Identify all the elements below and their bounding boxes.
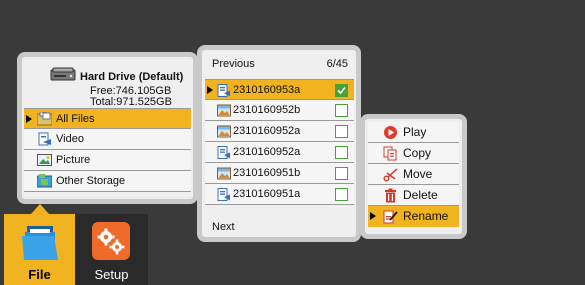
selection-marker-icon (207, 86, 213, 94)
menu-item-copy[interactable]: Copy (368, 143, 459, 164)
menu-item-label: Move (403, 167, 433, 181)
previous-page-button[interactable]: Previous (212, 58, 255, 70)
file-row[interactable]: 2310160951b (205, 163, 354, 184)
drive-info: Hard Drive (Default) Free:746.105GB Tota… (22, 63, 193, 109)
file-checkbox[interactable] (335, 167, 348, 180)
selection-marker-icon (370, 212, 376, 220)
tab-file-label: File (28, 267, 51, 282)
menu-item-move[interactable]: Move (368, 164, 459, 185)
menu-item-label: Rename (403, 209, 449, 223)
file-list-header: Previous 6/45 (212, 58, 352, 74)
video-file-icon (217, 188, 230, 201)
picture-icon (37, 154, 52, 166)
storage-item-other-storage[interactable]: Other Storage (24, 171, 191, 192)
file-action-menu: Play Copy Move Delete Rename (360, 114, 467, 239)
file-row[interactable]: 2310160951a (205, 184, 354, 205)
image-file-icon (217, 104, 231, 117)
menu-item-delete[interactable]: Delete (368, 185, 459, 206)
other-storage-icon (37, 174, 52, 188)
menu-list: Play Copy Move Delete Rename (368, 122, 459, 227)
file-checkbox[interactable] (335, 84, 348, 97)
trash-icon (385, 188, 396, 203)
file-name: 2310160951b (233, 167, 301, 179)
storage-item-label: Picture (56, 154, 91, 166)
tab-file[interactable]: File (4, 214, 75, 285)
active-tab-pointer (31, 204, 49, 214)
menu-item-rename[interactable]: Rename (368, 206, 459, 227)
storage-item-label: Video (56, 133, 84, 145)
menu-item-play[interactable]: Play (368, 122, 459, 143)
hard-drive-icon (50, 67, 76, 81)
copy-icon (383, 146, 397, 161)
settings-gears-icon (92, 222, 130, 260)
file-checkbox[interactable] (335, 104, 348, 117)
file-row[interactable]: 2310160952b (205, 100, 354, 121)
storage-item-label: Other Storage (56, 175, 126, 187)
drive-name: Hard Drive (Default) (80, 71, 184, 83)
page-counter: 6/45 (326, 58, 348, 70)
image-file-icon (217, 125, 231, 138)
play-icon (384, 126, 397, 139)
file-checkbox[interactable] (335, 125, 348, 138)
file-row[interactable]: 2310160953a (205, 79, 354, 100)
file-name: 2310160952b (233, 104, 301, 116)
file-row[interactable]: 2310160952a (205, 142, 354, 163)
storage-category-list: All Files Video Picture Other Storage (24, 108, 191, 192)
file-checkbox[interactable] (335, 188, 348, 201)
video-file-icon (217, 84, 230, 97)
file-name: 2310160953a (233, 84, 301, 96)
video-icon (38, 132, 51, 146)
video-file-icon (217, 146, 230, 159)
file-row[interactable]: 2310160952a (205, 121, 354, 142)
file-list-panel: Previous 6/45 2310160953a 2310160952b 23… (197, 45, 361, 242)
folder-icon (22, 226, 58, 260)
checkmark-icon (336, 85, 347, 96)
tab-setup[interactable]: Setup (75, 214, 148, 285)
storage-item-all-files[interactable]: All Files (24, 108, 191, 129)
menu-item-label: Play (403, 125, 427, 139)
storage-item-video[interactable]: Video (24, 129, 191, 150)
drive-total-space: Total:971.525GB (90, 96, 172, 108)
selection-marker-icon (26, 115, 32, 123)
storage-panel: Hard Drive (Default) Free:746.105GB Tota… (17, 52, 198, 204)
file-checkbox[interactable] (335, 146, 348, 159)
folder-files-icon (37, 112, 52, 126)
menu-item-label: Delete (403, 188, 438, 202)
file-name: 2310160952a (233, 125, 301, 137)
scissors-icon (383, 168, 398, 182)
menu-item-label: Copy (403, 146, 432, 160)
file-name: 2310160951a (233, 188, 301, 200)
file-name: 2310160952a (233, 146, 301, 158)
next-page-button[interactable]: Next (212, 221, 235, 233)
storage-item-picture[interactable]: Picture (24, 150, 191, 171)
tab-setup-label: Setup (94, 267, 129, 282)
storage-item-label: All Files (56, 113, 95, 125)
file-list: 2310160953a 2310160952b 2310160952a 2310… (205, 79, 354, 205)
image-file-icon (217, 167, 231, 180)
rename-icon (383, 210, 398, 224)
